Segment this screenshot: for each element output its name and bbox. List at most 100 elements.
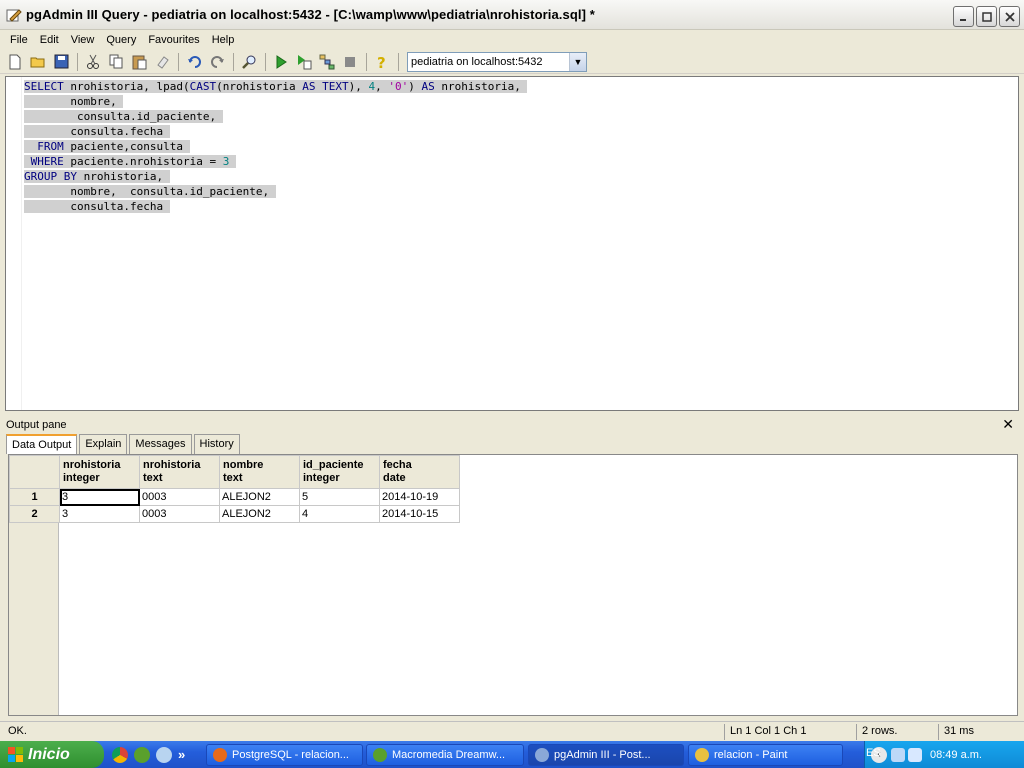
row-number[interactable]: 2 <box>9 505 60 523</box>
column-header[interactable]: nrohistoria integer <box>59 455 140 489</box>
pgadmin-query-icon <box>6 7 22 23</box>
column-type: integer <box>63 472 100 484</box>
code-line[interactable]: nombre, <box>24 94 527 109</box>
explain-icon[interactable] <box>316 51 338 73</box>
status-divider <box>724 724 725 740</box>
table-cell[interactable]: 3 <box>59 505 140 523</box>
maximize-button[interactable] <box>976 6 997 27</box>
paste-icon[interactable] <box>128 51 150 73</box>
status-query-time: 31 ms <box>944 725 974 737</box>
row-number[interactable]: 1 <box>9 488 60 506</box>
save-icon[interactable] <box>50 51 72 73</box>
column-name: nrohistoria <box>143 459 201 471</box>
table-cell[interactable]: 3 <box>59 488 140 506</box>
language-indicator[interactable]: ES <box>866 747 881 759</box>
toolbar-separator <box>178 52 179 71</box>
table-cell[interactable]: 2014-10-19 <box>379 488 460 506</box>
menu-edit[interactable]: Edit <box>34 32 65 48</box>
selected-text: consulta.id_paciente, <box>24 110 223 123</box>
table-row[interactable]: 2 3 0003 ALEJON2 4 2014-10-15 <box>9 505 460 523</box>
selected-text: GROUP BY nrohistoria, <box>24 170 170 183</box>
code-line[interactable]: consulta.id_paciente, <box>24 109 527 124</box>
close-button[interactable] <box>999 6 1020 27</box>
task-postgresql[interactable]: PostgreSQL - relacion... <box>206 744 363 766</box>
menu-query[interactable]: Query <box>100 32 142 48</box>
table-cell[interactable]: 5 <box>299 488 380 506</box>
menu-favourites[interactable]: Favourites <box>142 32 205 48</box>
column-header[interactable]: nrohistoria text <box>139 455 220 489</box>
close-icon[interactable]: ✕ <box>1002 416 1014 433</box>
selected-text: SELECT nrohistoria, lpad(CAST(nrohistori… <box>24 80 528 93</box>
tab-explain[interactable]: Explain <box>79 434 128 454</box>
toolbar-separator <box>265 52 266 71</box>
code-line[interactable]: consulta.fecha <box>24 124 527 139</box>
task-pgadmin[interactable]: pgAdmin III - Post... <box>528 744 684 766</box>
task-label: pgAdmin III - Post... <box>554 749 651 761</box>
chevron-down-icon[interactable]: ▼ <box>569 52 586 71</box>
selected-text: nombre, consulta.id_paciente, <box>24 185 276 198</box>
start-label: Inicio <box>28 745 70 763</box>
help-icon[interactable]: ? <box>371 51 393 73</box>
menu-view[interactable]: View <box>65 32 101 48</box>
tab-data-output[interactable]: Data Output <box>6 434 78 454</box>
column-name: id_paciente <box>303 459 364 471</box>
code-line[interactable]: FROM paciente,consulta <box>24 139 527 154</box>
tab-history[interactable]: History <box>193 434 240 454</box>
copy-icon[interactable] <box>105 51 127 73</box>
output-pane-title: Output pane <box>6 419 67 431</box>
data-output-grid[interactable]: nrohistoria integer nrohistoria text nombr… <box>8 454 1018 716</box>
code-line[interactable]: WHERE paciente.nrohistoria = 3 <box>24 154 527 169</box>
code-line[interactable]: consulta.fecha <box>24 199 527 214</box>
column-header[interactable]: fecha date <box>379 455 460 489</box>
table-cell[interactable]: ALEJON2 <box>219 505 300 523</box>
sql-editor[interactable]: SELECT nrohistoria, lpad(CAST(nrohistori… <box>5 76 1019 411</box>
table-row[interactable]: 1 3 0003 ALEJON2 5 2014-10-19 <box>9 488 460 506</box>
more-icon[interactable]: » <box>178 747 185 762</box>
output-tabs: Data Output Explain Messages History <box>6 434 242 454</box>
svg-text:?: ? <box>377 54 386 70</box>
menu-help[interactable]: Help <box>206 32 241 48</box>
menu-file[interactable]: File <box>4 32 34 48</box>
column-name: fecha <box>383 459 412 471</box>
connection-select[interactable]: pediatria on localhost:5432 ▼ <box>407 51 587 72</box>
sql-code[interactable]: SELECT nrohistoria, lpad(CAST(nrohistori… <box>24 79 528 214</box>
toolbar-separator <box>233 52 234 71</box>
find-icon[interactable] <box>238 51 260 73</box>
minimize-button[interactable] <box>953 6 974 27</box>
app-icon[interactable] <box>156 746 172 763</box>
table-cell[interactable]: 0003 <box>139 488 220 506</box>
dreamweaver-icon <box>373 748 387 762</box>
start-button[interactable]: Inicio <box>0 741 104 768</box>
paint-icon <box>695 748 709 762</box>
execute-to-file-icon[interactable] <box>293 51 315 73</box>
table-cell[interactable]: ALEJON2 <box>219 488 300 506</box>
network-icon[interactable] <box>891 747 905 762</box>
column-header[interactable]: id_paciente integer <box>299 455 380 489</box>
task-dreamweaver[interactable]: Macromedia Dreamw... <box>366 744 524 766</box>
code-line[interactable]: GROUP BY nrohistoria, <box>24 169 527 184</box>
undo-icon[interactable] <box>183 51 205 73</box>
task-paint[interactable]: relacion - Paint <box>688 744 843 766</box>
column-type: text <box>223 472 243 484</box>
tray-app-icon[interactable] <box>908 747 922 762</box>
tab-messages[interactable]: Messages <box>129 434 192 454</box>
clear-icon[interactable] <box>151 51 173 73</box>
cut-icon[interactable] <box>82 51 104 73</box>
output-pane-header: Output pane ✕ <box>0 416 1024 434</box>
execute-icon[interactable] <box>270 51 292 73</box>
code-line[interactable]: nombre, consulta.id_paciente, <box>24 184 527 199</box>
open-folder-icon[interactable] <box>27 51 49 73</box>
stop-icon[interactable] <box>339 51 361 73</box>
redo-icon[interactable] <box>206 51 228 73</box>
chrome-icon[interactable] <box>112 746 128 763</box>
dreamweaver-icon[interactable] <box>134 746 150 763</box>
table-cell[interactable]: 2014-10-15 <box>379 505 460 523</box>
code-line[interactable]: SELECT nrohistoria, lpad(CAST(nrohistori… <box>24 79 528 94</box>
grid-corner[interactable] <box>9 455 60 489</box>
new-file-icon[interactable] <box>4 51 26 73</box>
clock[interactable]: 08:49 a.m. <box>930 749 982 761</box>
table-cell[interactable]: 0003 <box>139 505 220 523</box>
column-header[interactable]: nombre text <box>219 455 300 489</box>
window-title: pgAdmin III Query - pediatria on localho… <box>26 7 595 22</box>
table-cell[interactable]: 4 <box>299 505 380 523</box>
